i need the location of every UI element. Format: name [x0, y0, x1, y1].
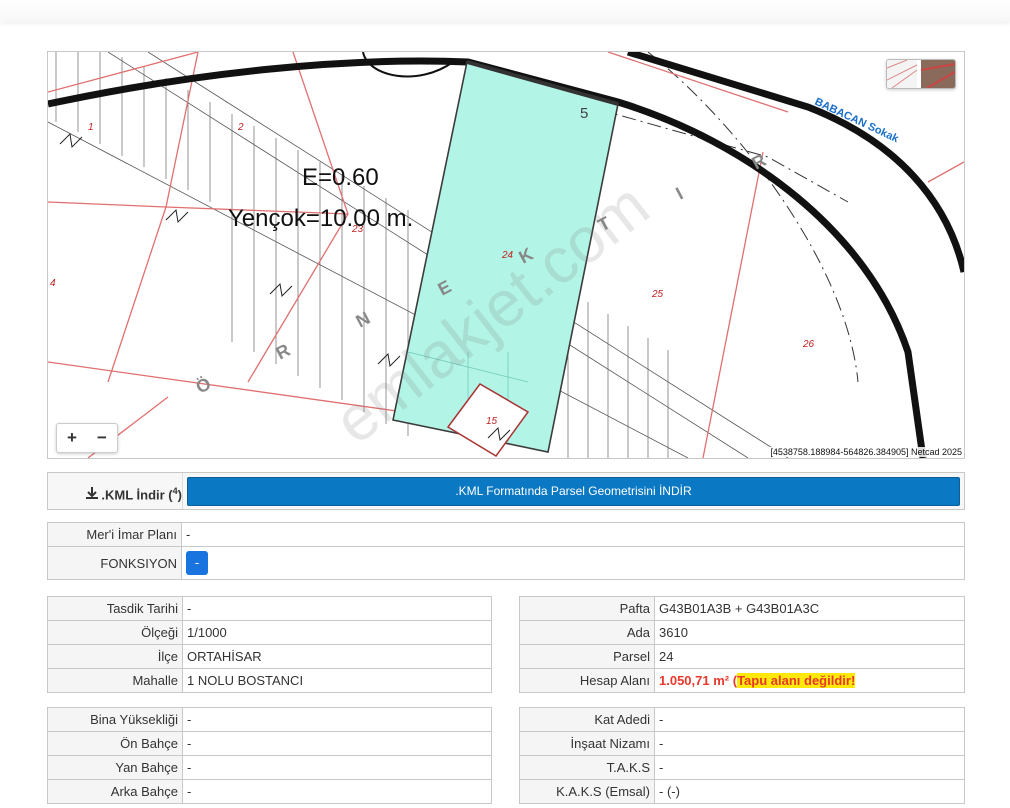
pafta-label: Pafta [519, 596, 655, 621]
map-coordinates: [4538758.188984-564826.384905] Netcad 20… [769, 447, 963, 457]
kaks-label: K.A.K.S (Emsal) [519, 779, 655, 804]
parcel-number: 2 [237, 122, 244, 133]
kml-label-end: ) [177, 487, 182, 503]
parcel-number: 26 [802, 339, 815, 350]
parcel-info-right: Pafta G43B01A3B + G43B01A3C Ada 3610 Parse… [519, 596, 965, 693]
kat-adedi-label: Kat Adedi [519, 707, 655, 732]
kml-label-text: .KML İndir ( [101, 487, 173, 503]
parcel-number: 15 [486, 416, 498, 427]
tasdik-tarihi-label: Tasdik Tarihi [47, 596, 183, 621]
mahalle-label: Mahalle [47, 668, 183, 693]
tapu-warning: Tapu alanı değildir! [737, 673, 856, 688]
parcel-number: 1 [88, 122, 94, 133]
yan-bahce-label: Yan Bahçe [47, 755, 183, 780]
kml-download-row: .KML İndir (4) .KML Formatında Parsel Ge… [47, 472, 965, 510]
yan-bahce-value: - [182, 755, 492, 780]
download-icon [86, 487, 99, 500]
hesap-alani-value: 1.050,71 m² (Tapu alanı değildir! [654, 668, 965, 693]
street-label: BABACAN Sokak [813, 96, 901, 146]
arka-bahce-label: Arka Bahçe [47, 779, 183, 804]
parcel-map[interactable]: 1 2 23 4 24 25 26 15 5 E=0.60 Yençok=10.… [47, 51, 965, 459]
building-info-right: Kat Adedi - İnşaat Nizamı - T.A.K.S - K.A.K… [519, 707, 965, 804]
district-letter: I [672, 184, 686, 204]
tasdik-tarihi-value: - [182, 596, 492, 621]
bina-yuksekligi-value: - [182, 707, 492, 732]
plan-table: Mer'i İmar Planı - FONKSIYON - [47, 522, 965, 580]
fonksiyon-button[interactable]: - [186, 551, 208, 575]
parsel-value: 24 [654, 644, 965, 669]
arka-bahce-value: - [182, 779, 492, 804]
mahalle-value: 1 NOLU BOSTANCI [182, 668, 492, 693]
ilce-label: İlçe [47, 644, 183, 669]
on-bahce-label: Ön Bahçe [47, 731, 183, 756]
zoom-in-button[interactable]: + [57, 424, 87, 452]
parsel-label: Parsel [519, 644, 655, 669]
parcel-number: 25 [651, 289, 664, 300]
area-paren: ( [729, 673, 738, 688]
district-letter: N [352, 308, 373, 332]
top-bar [0, 0, 1010, 22]
yencok-label: Yençok=10.00 m. [228, 205, 413, 232]
kml-download-button[interactable]: .KML Formatında Parsel Geometrisini İNDİ… [187, 477, 960, 506]
zoom-out-button[interactable]: − [87, 424, 117, 452]
pafta-value: G43B01A3B + G43B01A3C [654, 596, 965, 621]
district-letter: Ö [192, 373, 214, 397]
district-letter: R [272, 340, 293, 364]
kml-download-label: .KML İndir (4) [48, 473, 183, 509]
parcel-number: 4 [50, 278, 56, 289]
insaat-nizami-value: - [654, 731, 965, 756]
hesap-alani-label: Hesap Alanı [519, 668, 655, 693]
kaks-value: - (-) [654, 779, 965, 804]
taks-value: - [654, 755, 965, 780]
ilce-value: ORTAHİSAR [182, 644, 492, 669]
e-value-label: E=0.60 [302, 164, 379, 191]
fonksiyon-label: FONKSIYON [47, 546, 182, 580]
building-info-left: Bina Yüksekliği - Ön Bahçe - Yan Bahçe - Ar… [47, 707, 492, 804]
bina-yuksekligi-label: Bina Yüksekliği [47, 707, 183, 732]
parcel-info-left: Tasdik Tarihi - Ölçeği 1/1000 İlçe ORTAHİSA… [47, 596, 492, 693]
ada-label: Ada [519, 620, 655, 645]
zoom-control: + − [56, 423, 118, 453]
taks-label: T.A.K.S [519, 755, 655, 780]
parcel-number: 5 [580, 105, 588, 122]
insaat-nizami-label: İnşaat Nizamı [519, 731, 655, 756]
plan-value: - [181, 522, 965, 547]
district-letter: T [594, 213, 613, 236]
area-value: 1.050,71 m² [659, 673, 730, 688]
layer-switcher-thumbnail[interactable] [886, 59, 956, 89]
parcel-number: 24 [501, 250, 514, 261]
on-bahce-value: - [182, 731, 492, 756]
olcegi-label: Ölçeği [47, 620, 183, 645]
plan-label: Mer'i İmar Planı [47, 522, 182, 547]
ada-value: 3610 [654, 620, 965, 645]
olcegi-value: 1/1000 [182, 620, 492, 645]
map-canvas[interactable]: 1 2 23 4 24 25 26 15 5 E=0.60 Yençok=10.… [48, 52, 964, 458]
kat-adedi-value: - [654, 707, 965, 732]
